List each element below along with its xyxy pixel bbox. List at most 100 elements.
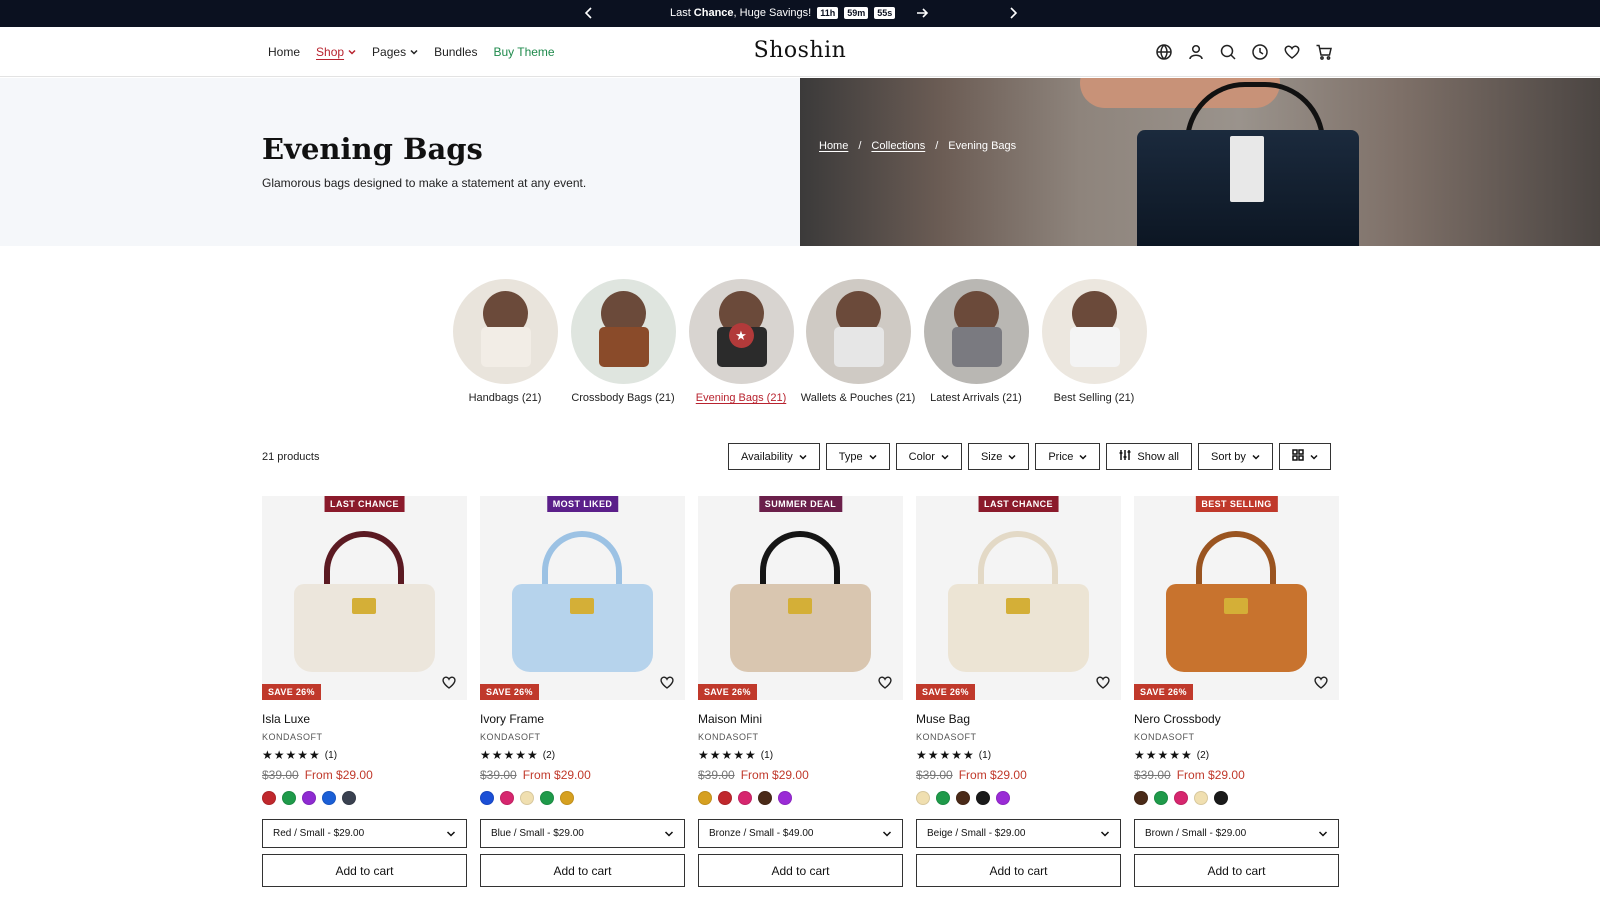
color-swatch[interactable] <box>342 791 356 805</box>
product-title[interactable]: Ivory Frame <box>480 712 685 726</box>
color-swatch[interactable] <box>778 791 792 805</box>
grid-view-toggle[interactable] <box>1278 443 1331 470</box>
color-swatch[interactable] <box>1214 791 1228 805</box>
chevron-down-icon <box>882 830 892 837</box>
filter-size[interactable]: Size <box>967 443 1030 470</box>
color-swatch[interactable] <box>540 791 554 805</box>
color-swatch[interactable] <box>976 791 990 805</box>
timer-minutes: 59m <box>844 7 869 19</box>
product-image[interactable]: LAST CHANCE SAVE 26% <box>916 496 1121 700</box>
heart-icon[interactable] <box>877 674 893 690</box>
product-title[interactable]: Nero Crossbody <box>1134 712 1339 726</box>
color-swatch[interactable] <box>480 791 494 805</box>
collection-image[interactable]: ★ <box>688 279 794 384</box>
collection-label[interactable]: Best Selling (21) <box>1029 392 1159 404</box>
collection-item[interactable]: ★ Evening Bags (21) <box>676 279 806 404</box>
filter-price[interactable]: Price <box>1035 443 1101 470</box>
bag-shape <box>951 327 1002 367</box>
collection-image[interactable] <box>923 279 1029 384</box>
color-swatch[interactable] <box>520 791 534 805</box>
color-swatch[interactable] <box>282 791 296 805</box>
filter-type[interactable]: Type <box>825 443 890 470</box>
product-image[interactable]: SUMMER DEAL SAVE 26% <box>698 496 903 700</box>
color-swatch[interactable] <box>758 791 772 805</box>
product-image[interactable]: BEST SELLING SAVE 26% <box>1134 496 1339 700</box>
heart-icon[interactable] <box>1283 43 1301 61</box>
collection-label[interactable]: Crossbody Bags (21) <box>558 392 688 404</box>
chevron-down-icon <box>1008 454 1016 460</box>
color-swatch[interactable] <box>996 791 1010 805</box>
color-swatch[interactable] <box>1154 791 1168 805</box>
add-to-cart-button[interactable]: Add to cart <box>916 854 1121 887</box>
collection-image[interactable] <box>570 279 676 384</box>
globe-icon[interactable] <box>1155 43 1173 61</box>
collection-item[interactable]: Latest Arrivals (21) <box>911 279 1041 404</box>
review-count: (1) <box>760 749 774 761</box>
breadcrumb-separator: / <box>935 140 939 152</box>
color-swatch[interactable] <box>916 791 930 805</box>
breadcrumb-home[interactable]: Home <box>819 140 848 152</box>
collection-item[interactable]: Best Selling (21) <box>1029 279 1159 404</box>
sale-price: From $29.00 <box>740 768 809 782</box>
add-to-cart-button[interactable]: Add to cart <box>480 854 685 887</box>
add-to-cart-button[interactable]: Add to cart <box>698 854 903 887</box>
product-image[interactable]: MOST LIKED SAVE 26% <box>480 496 685 700</box>
collection-label[interactable]: Latest Arrivals (21) <box>911 392 1041 404</box>
search-icon[interactable] <box>1219 43 1237 61</box>
chevron-left-icon[interactable] <box>582 6 596 20</box>
collection-image[interactable] <box>805 279 911 384</box>
heart-icon[interactable] <box>659 674 675 690</box>
chevron-down-icon <box>941 454 949 460</box>
collection-image[interactable] <box>1041 279 1147 384</box>
add-to-cart-button[interactable]: Add to cart <box>262 854 467 887</box>
color-swatch[interactable] <box>936 791 950 805</box>
timer-hours: 11h <box>817 7 839 19</box>
cart-icon[interactable] <box>1315 43 1333 61</box>
product-title[interactable]: Maison Mini <box>698 712 903 726</box>
color-swatch[interactable] <box>956 791 970 805</box>
heart-icon[interactable] <box>1313 674 1329 690</box>
add-to-cart-button[interactable]: Add to cart <box>1134 854 1339 887</box>
color-swatch[interactable] <box>1194 791 1208 805</box>
sort-by-dropdown[interactable]: Sort by <box>1197 443 1273 470</box>
save-badge: SAVE 26% <box>698 684 757 700</box>
color-swatch[interactable] <box>500 791 514 805</box>
collection-label[interactable]: Handbags (21) <box>440 392 570 404</box>
variant-select[interactable]: Blue / Small - $29.00 <box>480 819 685 848</box>
color-swatch[interactable] <box>738 791 752 805</box>
heart-icon[interactable] <box>441 674 457 690</box>
product-title[interactable]: Isla Luxe <box>262 712 467 726</box>
arrow-right-icon[interactable] <box>915 6 929 20</box>
product-title[interactable]: Muse Bag <box>916 712 1121 726</box>
sale-price: From $29.00 <box>304 768 373 782</box>
color-swatch[interactable] <box>322 791 336 805</box>
color-swatch[interactable] <box>698 791 712 805</box>
variant-select[interactable]: Red / Small - $29.00 <box>262 819 467 848</box>
collection-item[interactable]: Wallets & Pouches (21) <box>793 279 923 404</box>
variant-select[interactable]: Bronze / Small - $49.00 <box>698 819 903 848</box>
collection-item[interactable]: Crossbody Bags (21) <box>558 279 688 404</box>
color-swatch[interactable] <box>1174 791 1188 805</box>
filter-availability[interactable]: Availability <box>728 443 820 470</box>
site-logo[interactable]: Shoshin <box>0 38 1600 63</box>
filter-color[interactable]: Color <box>895 443 962 470</box>
clock-icon[interactable] <box>1251 43 1269 61</box>
color-swatch[interactable] <box>1134 791 1148 805</box>
color-swatch[interactable] <box>560 791 574 805</box>
collection-item[interactable]: Handbags (21) <box>440 279 570 404</box>
announcement-message: Last Chance, Huge Savings! 11h 59m 55s <box>670 7 896 19</box>
user-icon[interactable] <box>1187 43 1205 61</box>
variant-select[interactable]: Brown / Small - $29.00 <box>1134 819 1339 848</box>
show-all-filters-button[interactable]: Show all <box>1106 443 1192 470</box>
color-swatch[interactable] <box>302 791 316 805</box>
breadcrumb-collections[interactable]: Collections <box>871 140 925 152</box>
color-swatch[interactable] <box>262 791 276 805</box>
chevron-right-icon[interactable] <box>1006 6 1020 20</box>
color-swatch[interactable] <box>718 791 732 805</box>
product-image[interactable]: LAST CHANCE SAVE 26% <box>262 496 467 700</box>
collection-image[interactable] <box>452 279 558 384</box>
collection-label[interactable]: Wallets & Pouches (21) <box>793 392 923 404</box>
variant-select[interactable]: Beige / Small - $29.00 <box>916 819 1121 848</box>
collection-label[interactable]: Evening Bags (21) <box>676 392 806 404</box>
heart-icon[interactable] <box>1095 674 1111 690</box>
